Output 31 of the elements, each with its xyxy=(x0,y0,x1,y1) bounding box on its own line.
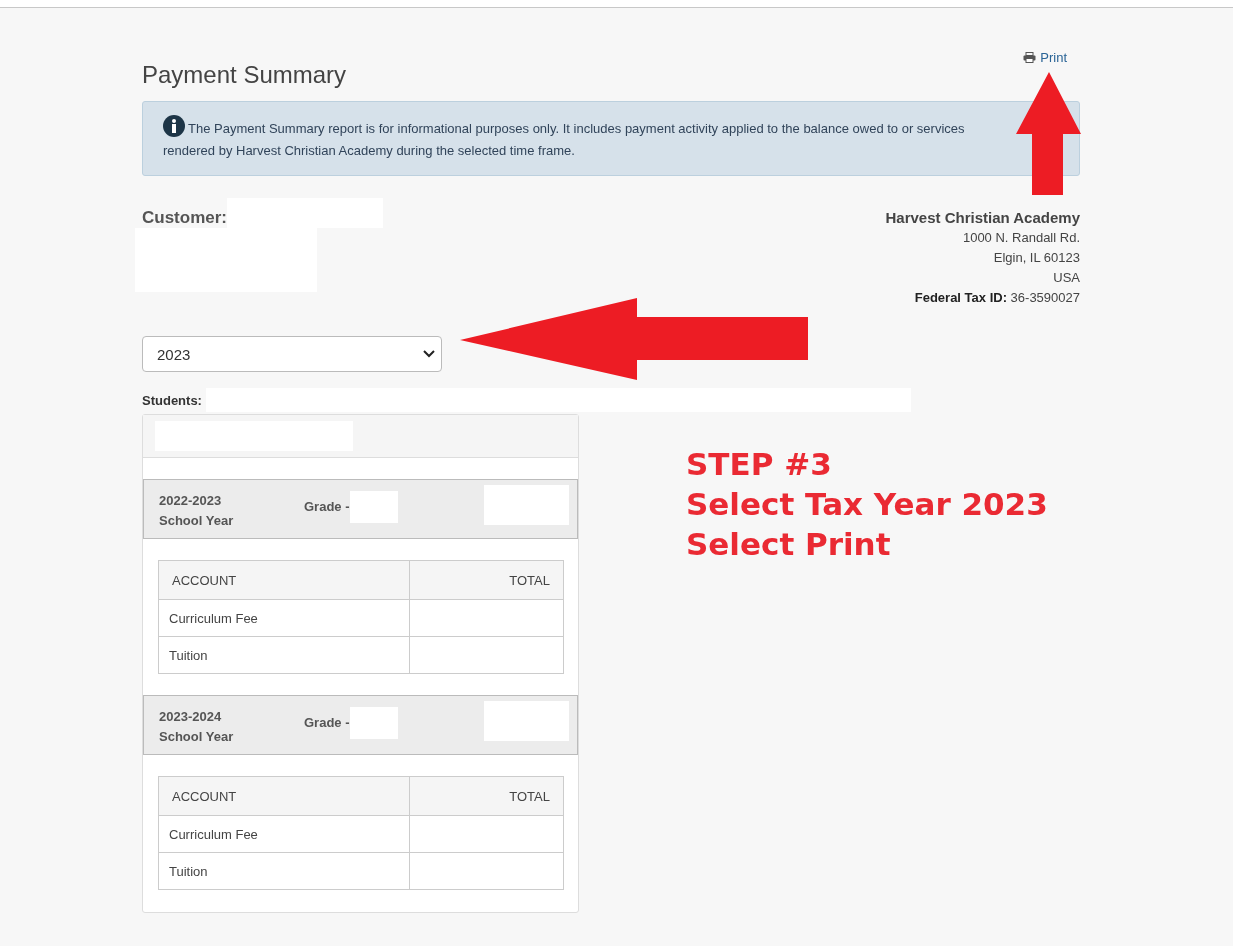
table-cell: Curriculum Fee xyxy=(158,599,410,637)
step-instruction: STEP #3 xyxy=(686,445,833,484)
table-cell: Curriculum Fee xyxy=(158,815,410,853)
print-link[interactable]: Print xyxy=(1023,50,1067,65)
table-cell: Tuition xyxy=(158,636,410,674)
school-year-term: School Year xyxy=(159,512,235,530)
address-line: 1000 N. Randall Rd. xyxy=(961,229,1080,247)
students-label: Students: xyxy=(142,392,202,408)
column-header: ACCOUNT xyxy=(158,776,410,816)
school-year: 2022-2023 xyxy=(159,492,223,510)
school-year: 2023-2024 xyxy=(159,708,223,726)
chevron-down-icon xyxy=(423,350,435,358)
customer-label: Customer: xyxy=(142,208,227,228)
step-instruction: Select Tax Year 2023 xyxy=(686,485,1048,524)
address-line: Elgin, IL 60123 xyxy=(992,249,1080,267)
column-header: TOTAL xyxy=(409,560,564,600)
printer-icon xyxy=(1023,52,1037,63)
grade-label: Grade - xyxy=(304,714,350,732)
table-cell: Tuition xyxy=(158,852,410,890)
info-notice: The Payment Summary report is for informational purposes only. It includes payment activity applied to the balance owed to or services rendered by Harvest Christian Academy during the selected time frame. xyxy=(142,101,1080,176)
column-header: TOTAL xyxy=(409,776,564,816)
info-icon xyxy=(163,115,185,137)
tax-id: Federal Tax ID: 36-3590027 xyxy=(913,289,1080,307)
page-title: Payment Summary xyxy=(142,61,347,89)
address-line: USA xyxy=(1052,269,1080,287)
step-instruction: Select Print xyxy=(686,525,892,564)
column-header: ACCOUNT xyxy=(158,560,410,600)
academy-name: Harvest Christian Academy xyxy=(885,208,1080,228)
school-year-term: School Year xyxy=(159,728,235,746)
year-select[interactable]: 2023 xyxy=(142,336,442,372)
grade-label: Grade - xyxy=(304,498,350,516)
